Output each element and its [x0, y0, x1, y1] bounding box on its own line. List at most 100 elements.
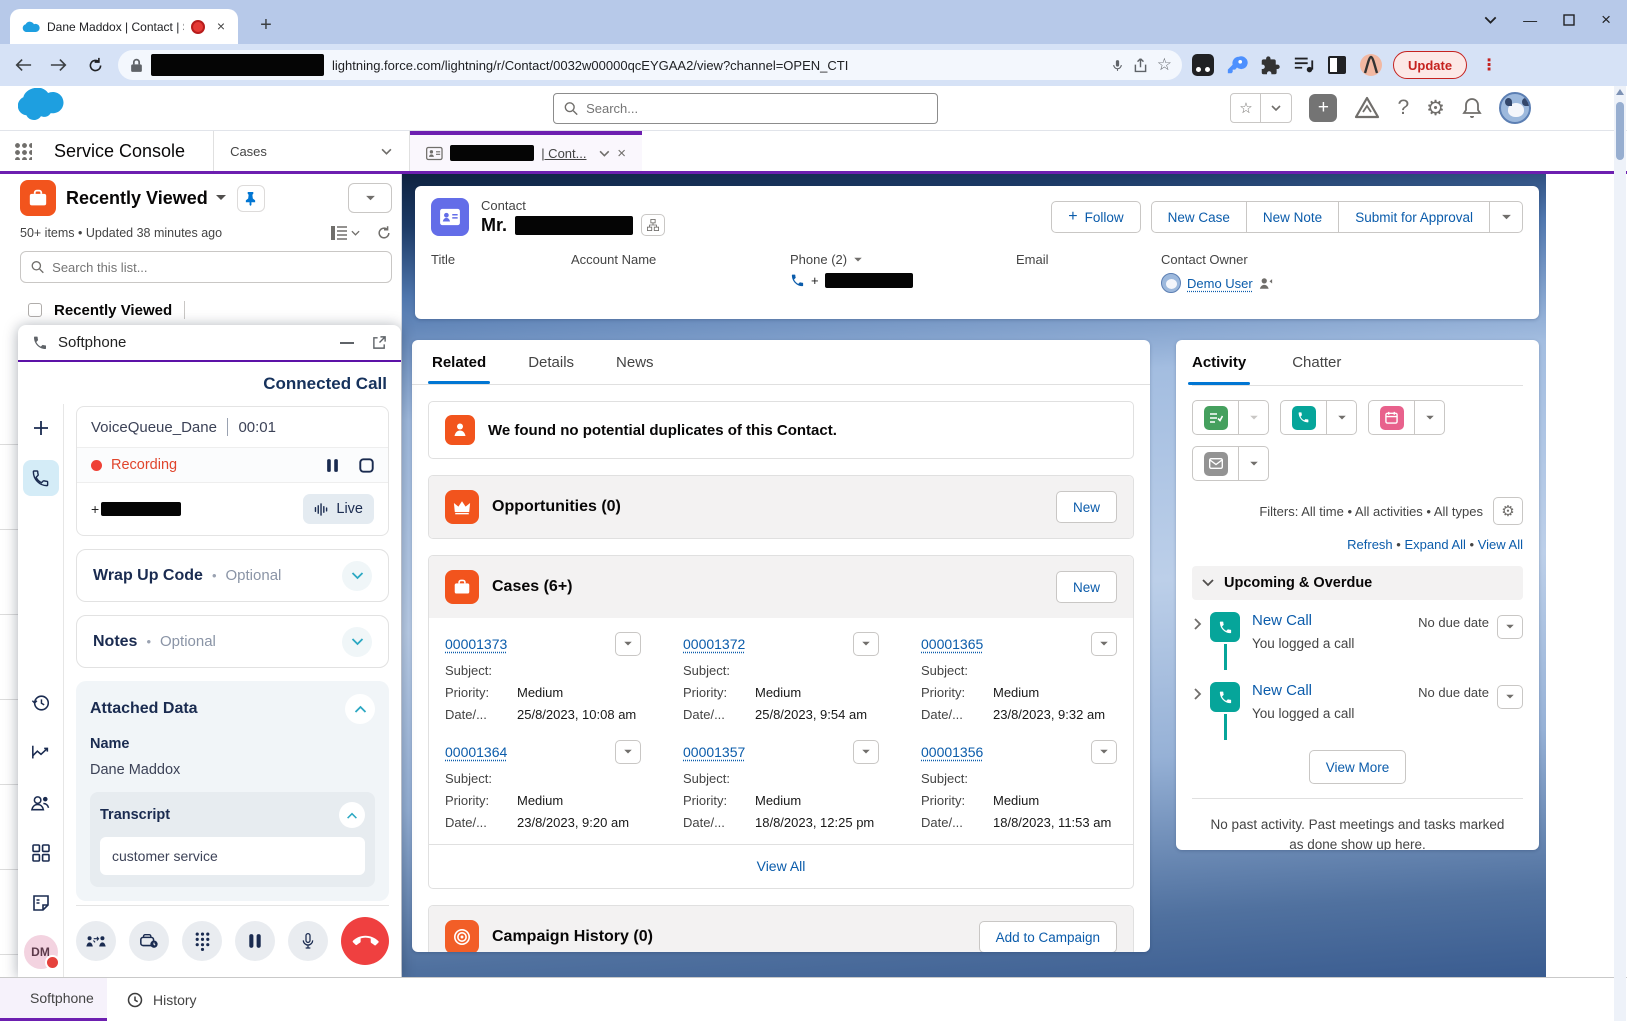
section-collapse-chevron-icon[interactable]: [1202, 579, 1214, 587]
extension-recorder-icon[interactable]: [1192, 54, 1214, 76]
activity-item-dropdown-icon[interactable]: [1497, 685, 1523, 709]
case-number-link[interactable]: 00001365: [921, 636, 983, 652]
live-transcription-badge[interactable]: Live: [303, 494, 374, 524]
campaign-history-title[interactable]: Campaign History (0): [492, 928, 653, 946]
case-number-link[interactable]: 00001373: [445, 636, 507, 652]
tab-details[interactable]: Details: [528, 340, 574, 384]
notifications-bell-icon[interactable]: [1462, 97, 1482, 119]
tab-news[interactable]: News: [616, 340, 654, 384]
nav-tab-contact[interactable]: | Cont... ×: [410, 131, 642, 171]
bookmark-star-icon[interactable]: ☆: [1157, 55, 1172, 75]
browser-tab[interactable]: Dane Maddox | Contact | Sal ×: [10, 9, 238, 44]
global-actions-icon[interactable]: +: [1309, 94, 1337, 122]
pin-list-icon[interactable]: [237, 185, 265, 212]
playlist-icon[interactable]: [1293, 55, 1315, 75]
email-dropdown-icon[interactable]: [1239, 447, 1268, 480]
tab-chatter[interactable]: Chatter: [1292, 340, 1341, 385]
list-settings-dropdown[interactable]: [348, 183, 392, 213]
new-note-button[interactable]: New Note: [1246, 201, 1338, 233]
active-call-tab-icon[interactable]: [23, 460, 59, 496]
opportunities-title[interactable]: Opportunities (0): [492, 498, 621, 516]
change-owner-icon[interactable]: [1259, 277, 1273, 290]
new-tab-button[interactable]: +: [252, 12, 280, 40]
stop-recording-icon[interactable]: [359, 458, 374, 473]
expand-all-link[interactable]: Expand All: [1404, 537, 1465, 552]
url-bar[interactable]: lightning.force.com/lightning/r/Contact/…: [118, 50, 1182, 80]
expand-item-chevron-icon[interactable]: [1194, 688, 1202, 740]
follow-button[interactable]: +Follow: [1051, 201, 1140, 233]
back-icon[interactable]: [10, 52, 36, 78]
browser-menu-icon[interactable]: ⋮: [1477, 55, 1501, 75]
popout-softphone-icon[interactable]: [372, 335, 387, 350]
call-analytics-icon[interactable]: [23, 735, 59, 771]
activity-filters-text[interactable]: Filters: All time • All activities • All…: [1259, 504, 1483, 519]
view-all-link[interactable]: View All: [1478, 537, 1523, 552]
list-search-input[interactable]: [52, 260, 381, 275]
display-as-button[interactable]: [331, 226, 360, 240]
tab-search-chevron-icon[interactable]: [1484, 16, 1497, 24]
minimize-softphone-icon[interactable]: [340, 342, 354, 344]
lock-icon[interactable]: [130, 58, 143, 73]
wrap-up-expand-chevron-icon[interactable]: [342, 561, 372, 591]
add-to-campaign-button[interactable]: Add to Campaign: [979, 921, 1117, 952]
notes-expand-chevron-icon[interactable]: [342, 627, 372, 657]
field-label-phone[interactable]: Phone (2): [790, 252, 1012, 267]
favorites-button[interactable]: ☆: [1230, 93, 1292, 123]
notes-section[interactable]: Notes • Optional: [76, 615, 389, 668]
case-actions-dropdown-icon[interactable]: [615, 632, 641, 656]
activity-item-dropdown-icon[interactable]: [1497, 615, 1523, 639]
reload-icon[interactable]: [82, 52, 108, 78]
case-actions-dropdown-icon[interactable]: [1091, 740, 1117, 764]
page-scrollbar[interactable]: [1614, 86, 1626, 1021]
global-search-input[interactable]: [586, 101, 927, 116]
global-search[interactable]: [553, 93, 938, 124]
event-dropdown-icon[interactable]: [1415, 401, 1444, 434]
owner-link[interactable]: Demo User: [1187, 276, 1253, 291]
more-actions-dropdown-icon[interactable]: [1489, 201, 1523, 233]
favorites-dropdown-icon[interactable]: [1261, 94, 1291, 122]
tab-close-icon[interactable]: ×: [212, 18, 230, 36]
dialpad-icon[interactable]: [182, 921, 222, 961]
notes-icon[interactable]: [23, 885, 59, 921]
contact-tab-close-icon[interactable]: ×: [617, 145, 626, 162]
email-button[interactable]: [1192, 446, 1269, 481]
upcoming-overdue-section[interactable]: Upcoming & Overdue: [1192, 566, 1523, 600]
activity-item-link[interactable]: New Call: [1252, 612, 1418, 629]
submit-for-approval-button[interactable]: Submit for Approval: [1338, 201, 1489, 233]
activity-settings-gear-icon[interactable]: ⚙: [1493, 497, 1523, 525]
split-screen-icon[interactable]: [1327, 55, 1347, 75]
refresh-list-icon[interactable]: [376, 225, 392, 241]
agents-icon[interactable]: [23, 785, 59, 821]
mic-permission-icon[interactable]: [1111, 57, 1124, 74]
attached-data-collapse-chevron-icon[interactable]: [345, 694, 375, 724]
nav-tab-cases-dropdown-icon[interactable]: [364, 131, 410, 171]
minimize-window-icon[interactable]: —: [1523, 12, 1537, 28]
new-case-related-button[interactable]: New: [1056, 571, 1117, 603]
close-window-icon[interactable]: ×: [1601, 10, 1611, 30]
apps-grid-icon[interactable]: [23, 835, 59, 871]
app-launcher-icon[interactable]: [0, 131, 46, 171]
user-avatar[interactable]: [1499, 92, 1531, 124]
call-history-icon[interactable]: [23, 685, 59, 721]
select-all-checkbox[interactable]: [28, 303, 42, 317]
extensions-puzzle-icon[interactable]: [1260, 55, 1281, 76]
phone-dropdown-icon[interactable]: [853, 257, 863, 263]
mute-mic-icon[interactable]: [288, 921, 328, 961]
new-case-button[interactable]: New Case: [1151, 201, 1246, 233]
hold-call-icon[interactable]: [235, 921, 275, 961]
transcript-input[interactable]: [100, 837, 365, 875]
list-search[interactable]: [20, 251, 392, 283]
browser-update-button[interactable]: Update: [1393, 51, 1467, 79]
expand-item-chevron-icon[interactable]: [1194, 618, 1202, 670]
contact-tab-dropdown-icon[interactable]: [599, 150, 610, 157]
forward-icon[interactable]: [46, 52, 72, 78]
setup-gear-icon[interactable]: ⚙: [1426, 96, 1445, 121]
case-number-link[interactable]: 00001372: [683, 636, 745, 652]
activity-item-link[interactable]: New Call: [1252, 682, 1418, 699]
end-call-icon[interactable]: [341, 917, 389, 965]
task-dropdown-icon[interactable]: [1239, 401, 1268, 434]
extension-key-icon[interactable]: [1226, 54, 1248, 76]
tab-activity[interactable]: Activity: [1192, 340, 1246, 385]
tab-related[interactable]: Related: [432, 340, 486, 384]
url-text[interactable]: lightning.force.com/lightning/r/Contact/…: [332, 58, 1103, 73]
